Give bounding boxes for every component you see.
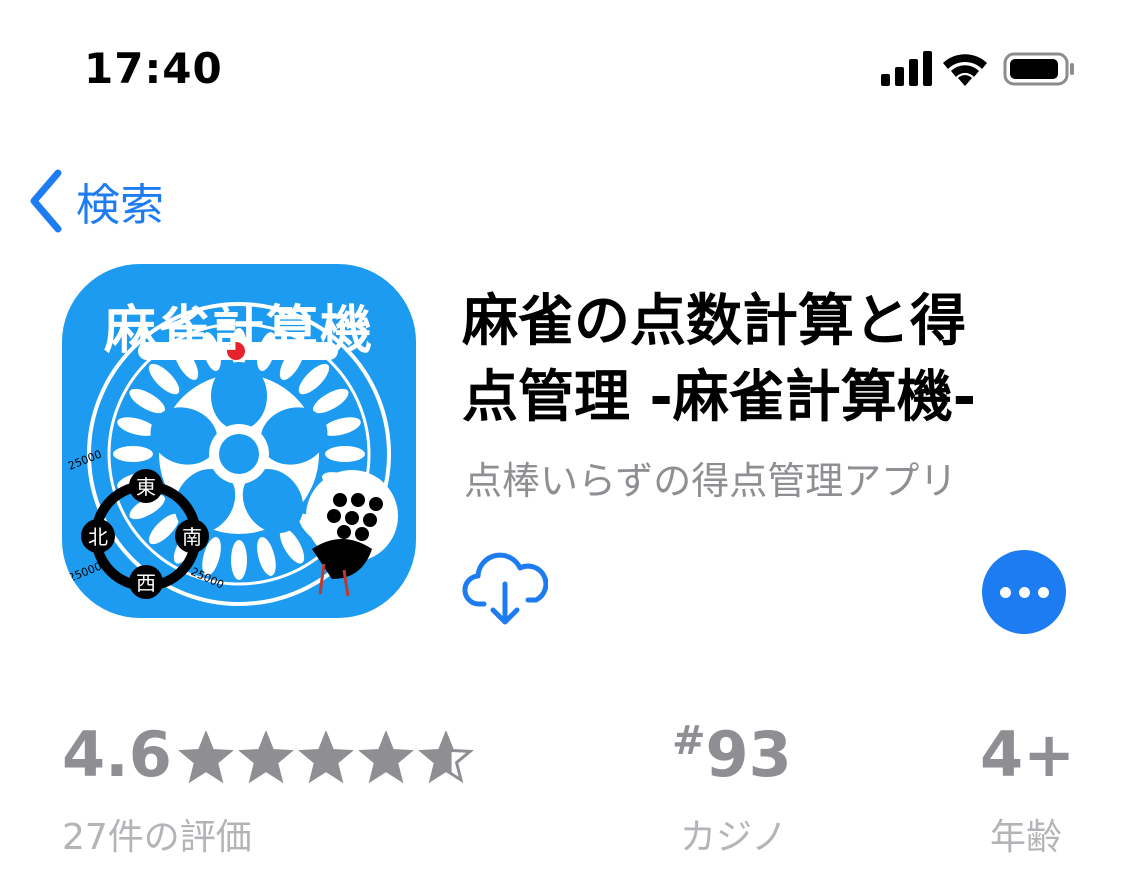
- chart-rank: #93: [672, 718, 792, 791]
- app-subtitle: 点棒いらずの得点管理アプリ: [464, 459, 958, 503]
- app-icon-title: 麻雀計算機: [103, 301, 374, 361]
- back-label: 検索: [76, 180, 164, 231]
- star-icon: [418, 731, 474, 784]
- status-icons: [881, 51, 1074, 86]
- more-button[interactable]: [982, 550, 1066, 634]
- app-icon: 東 南 西 北 25000 25000 25000 麻雀計算機: [62, 264, 416, 618]
- age-label: 年齢: [990, 817, 1063, 858]
- wind-west: 西: [136, 571, 156, 595]
- chevron-left-icon: [30, 169, 62, 233]
- star-icon: [358, 731, 414, 784]
- wind-east: 東: [136, 475, 156, 499]
- battery-icon: [1003, 52, 1074, 86]
- app-store-page: 17:40 検索 東 南 西 北 25000 25000 25000 麻雀計算機…: [0, 0, 1125, 883]
- rating-stars: [178, 731, 474, 785]
- age-rating: 4+: [980, 718, 1076, 791]
- cloud-download-icon[interactable]: [462, 552, 548, 628]
- wind-south: 南: [182, 525, 202, 549]
- rating-count: 27件の評価: [62, 817, 252, 858]
- wind-north: 北: [88, 525, 108, 549]
- star-icon: [178, 731, 234, 784]
- rank-category: カジノ: [680, 817, 788, 858]
- score-label-top: 25000: [66, 448, 103, 473]
- rank-number: 93: [705, 718, 792, 791]
- ellipsis-icon: [999, 586, 1011, 598]
- status-time: 17:40: [84, 44, 223, 93]
- star-icon: [238, 731, 294, 784]
- app-title-line2: 点管理 -麻雀計算機-: [462, 365, 976, 430]
- rank-hash: #: [672, 718, 706, 764]
- score-label-bottom: 25000: [66, 560, 103, 585]
- back-button[interactable]: 検索: [26, 166, 164, 236]
- ellipsis-dot: [1037, 586, 1049, 598]
- cellular-signal-icon: [881, 51, 932, 86]
- ellipsis-dot: [1018, 586, 1030, 598]
- crane-motif: [306, 470, 398, 597]
- rating-value: 4.6: [62, 718, 172, 791]
- app-title: 麻雀の点数計算と得 点管理 -麻雀計算機-: [462, 284, 1062, 436]
- wifi-icon: [943, 54, 987, 86]
- app-title-line1: 麻雀の点数計算と得: [462, 289, 966, 354]
- star-icon: [298, 731, 354, 784]
